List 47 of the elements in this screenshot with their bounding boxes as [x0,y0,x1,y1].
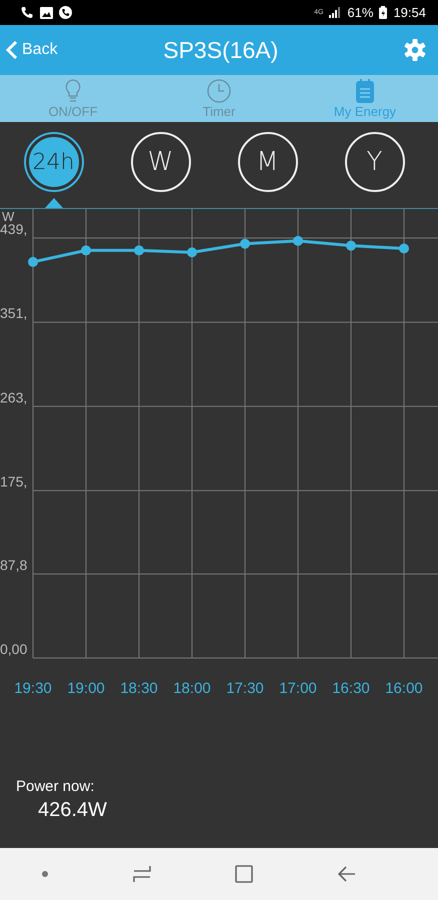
y-axis-label: 87,8 [0,557,28,573]
period-button[interactable]: W [130,132,190,192]
x-axis-label: 17:00 [279,680,317,697]
y-axis-label: 175, [0,474,28,490]
x-axis-label: 17:30 [226,680,264,697]
clock-icon [207,79,231,103]
data-point [293,236,303,246]
notepad-icon [356,79,374,103]
x-axis-label: 16:30 [332,680,370,697]
data-point [187,247,197,258]
back-arrow-icon[interactable] [338,866,356,882]
home-icon[interactable] [235,865,254,883]
device-title: SP3S(16A) [162,36,280,64]
x-axis-label: 19:00 [67,680,105,697]
y-axis-label: 439, [0,221,28,237]
data-point [240,238,250,249]
power-now-value: 426.4W [37,798,108,822]
light-bulb-icon [64,79,82,103]
period-button[interactable]: 24h [26,134,82,190]
y-axis-label: 0,00 [0,641,28,657]
x-axis-label: 18:00 [173,680,211,697]
x-axis-label: 16:00 [385,680,423,697]
settings-icon[interactable] [404,39,426,61]
dot-icon[interactable] [42,871,48,877]
data-point [346,240,356,251]
phone-circle-icon [59,6,72,19]
y-axis-label: 351, [0,305,28,322]
pointer-icon [44,198,62,208]
chevron-left-icon [6,40,18,60]
period-button[interactable]: M [238,132,298,192]
battery-percent: 61% [347,5,374,20]
x-axis-label: 18:30 [120,680,158,697]
data-point [134,245,144,256]
unit-label: W [2,209,14,224]
y-axis-label: 263, [0,389,28,406]
signal-icon [329,7,342,18]
recent-apps-icon[interactable] [132,865,151,883]
data-point [81,245,91,256]
data-point [28,256,38,267]
power-now-label: Power now: [16,778,96,795]
image-icon [40,6,53,18]
clock-time: 19:54 [393,5,426,20]
x-axis-label: 19:30 [14,680,52,697]
phone-call-icon [20,6,34,20]
data-point [399,244,409,254]
period-button[interactable]: Y [344,132,404,192]
battery-icon [379,6,388,19]
